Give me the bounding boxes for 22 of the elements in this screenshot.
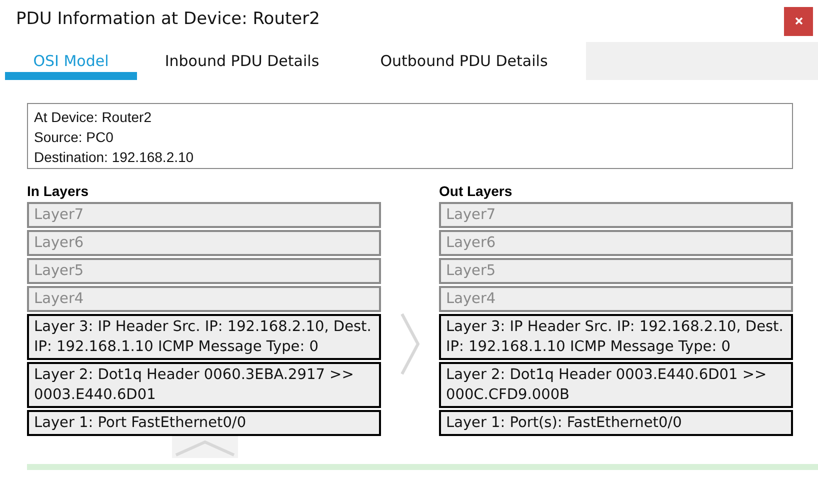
info-text: Source: PC0 <box>34 128 114 147</box>
close-button[interactable] <box>784 6 813 36</box>
layer-row[interactable]: Layer7 <box>27 202 381 228</box>
layer-row[interactable]: Layer7 <box>439 202 793 228</box>
layer-row[interactable]: Layer 3: IP Header Src. IP: 192.168.2.10, Dest. IP: 192.168.1.10 ICMP Message Type: 0 <box>439 314 793 360</box>
layer-row[interactable]: Layer6 <box>439 230 793 256</box>
info-text: Destination: 192.168.2.10 <box>34 148 195 167</box>
layer-row[interactable]: Layer6 <box>27 230 381 256</box>
column-heading: In Layers <box>27 182 90 200</box>
info-text: At Device: Router2 <box>34 108 152 127</box>
layer-row[interactable]: Layer 3: IP Header Src. IP: 192.168.2.10, Dest. IP: 192.168.1.10 ICMP Message Type: 0 <box>27 314 381 360</box>
layer-row[interactable]: Layer 2: Dot1q Header 0060.3EBA.2917 >> 0003.E440.6D01 <box>27 362 381 408</box>
layer-row[interactable]: Layer 1: Port FastEthernet0/0 <box>27 410 381 436</box>
layer-row[interactable]: Layer4 <box>439 286 793 312</box>
layer-row[interactable]: Layer 2: Dot1q Header 0003.E440.6D01 >> 000C.CFD9.000B <box>439 362 793 408</box>
column-heading: Out Layers <box>439 182 514 200</box>
window-title: PDU Information at Device: Router2 <box>16 9 320 29</box>
layer-row[interactable]: Layer5 <box>439 258 793 284</box>
layer-row[interactable]: Layer4 <box>27 286 381 312</box>
close-icon <box>794 16 804 26</box>
layer-row[interactable]: Layer5 <box>27 258 381 284</box>
layer-row[interactable]: Layer 1: Port(s): FastEthernet0/0 <box>439 410 793 436</box>
